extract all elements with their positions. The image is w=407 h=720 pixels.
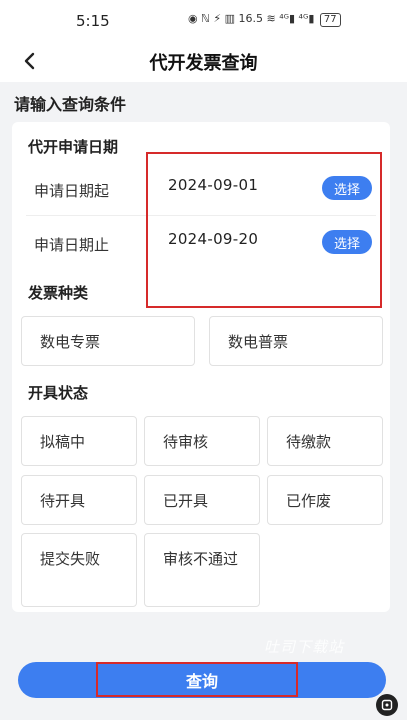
- status-option[interactable]: 待审核: [144, 416, 260, 466]
- section-heading: 请输入查询条件: [14, 95, 127, 114]
- invoice-type-title: 发票种类: [28, 284, 89, 302]
- watermark: 吐司下载站: [264, 638, 345, 656]
- option-label: 待开具: [40, 492, 86, 510]
- invoice-type-option[interactable]: 数电普票: [209, 316, 383, 366]
- status-option[interactable]: 提交失败: [21, 533, 137, 607]
- invoice-type-option[interactable]: 数电专票: [21, 316, 195, 366]
- status-time: 5:15: [76, 12, 110, 30]
- status-option[interactable]: 审核不通过: [144, 533, 260, 607]
- option-label: 提交失败: [40, 550, 101, 568]
- date-start-value[interactable]: 2024-09-01: [168, 176, 258, 194]
- battery-icon: 77: [319, 13, 341, 27]
- date-group-title: 代开申请日期: [28, 138, 119, 156]
- date-row-end: 申请日期止 2024-09-20 选择: [12, 216, 390, 270]
- option-label: 待缴款: [286, 433, 332, 451]
- query-button[interactable]: 查询: [18, 662, 386, 698]
- status-icons: ◉ ℕ ⚡ ▥ 16.5 ≋ ⁴ᴳ▮ ⁴ᴳ▮ 77: [188, 12, 341, 27]
- option-label: 已开具: [163, 492, 209, 510]
- date-end-label: 申请日期止: [34, 236, 110, 254]
- option-label: 审核不通过: [163, 550, 239, 568]
- option-label: 待审核: [163, 433, 209, 451]
- select-end-date-button[interactable]: 选择: [322, 230, 372, 254]
- query-form-card: 代开申请日期 申请日期起 2024-09-01 选择 申请日期止 2024-09…: [12, 122, 390, 612]
- status-option[interactable]: 拟稿中: [21, 416, 137, 466]
- page-title: 代开发票查询: [149, 53, 258, 74]
- nav-bar: 代开发票查询: [0, 40, 407, 82]
- status-group-title: 开具状态: [28, 384, 89, 402]
- status-option[interactable]: 待开具: [21, 475, 137, 525]
- status-icons-text: ◉ ℕ ⚡ ▥ 16.5 ≋ ⁴ᴳ▮ ⁴ᴳ▮: [188, 12, 315, 25]
- status-option[interactable]: 已作废: [267, 475, 383, 525]
- query-button-label: 查询: [185, 672, 218, 691]
- option-label: 已作废: [286, 492, 332, 510]
- select-start-date-button[interactable]: 选择: [322, 176, 372, 200]
- floating-assist-icon[interactable]: [376, 694, 398, 716]
- option-label: 拟稿中: [40, 433, 86, 451]
- date-row-start: 申请日期起 2024-09-01 选择: [12, 162, 390, 216]
- option-label: 数电专票: [40, 333, 101, 351]
- date-end-value[interactable]: 2024-09-20: [168, 230, 258, 248]
- date-start-label: 申请日期起: [34, 182, 110, 200]
- option-label: 数电普票: [228, 333, 289, 351]
- status-bar: 5:15 ◉ ℕ ⚡ ▥ 16.5 ≋ ⁴ᴳ▮ ⁴ᴳ▮ 77: [0, 0, 407, 40]
- status-option[interactable]: 待缴款: [267, 416, 383, 466]
- status-option[interactable]: 已开具: [144, 475, 260, 525]
